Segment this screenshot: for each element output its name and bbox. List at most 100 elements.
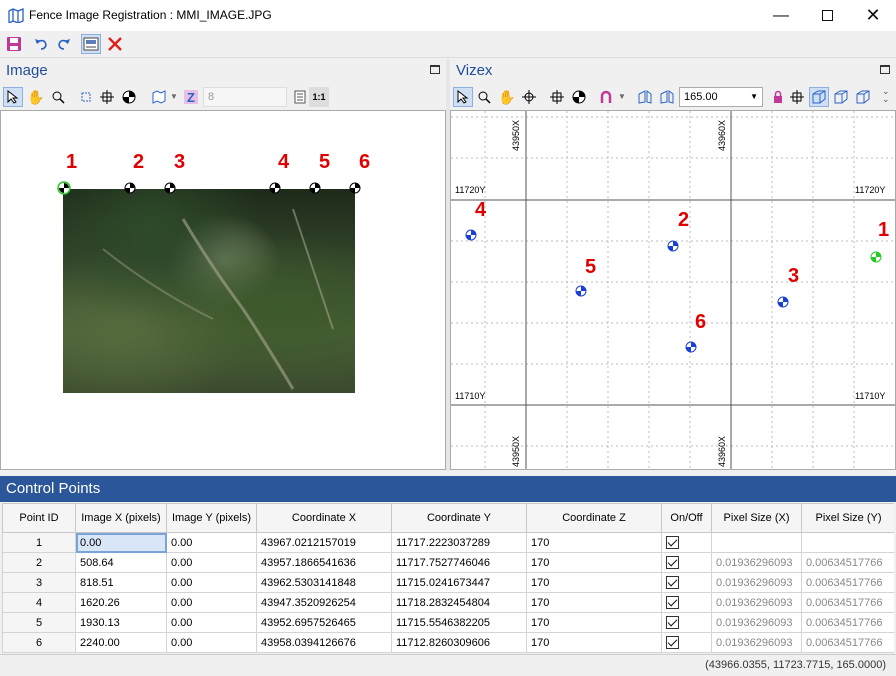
image-point-marker-2[interactable]	[124, 182, 136, 194]
cell-coordinate-y[interactable]: 11718.2832454804	[391, 592, 527, 613]
transparency-input[interactable]: 8	[203, 87, 287, 107]
register-image-button[interactable]	[81, 34, 101, 54]
cell-point-id[interactable]: 5	[2, 612, 76, 633]
cell-coordinate-x[interactable]: 43957.1866541636	[256, 552, 392, 573]
section-forward-tool[interactable]	[657, 87, 677, 107]
redo-button[interactable]	[54, 34, 74, 54]
vizex-point-marker-2[interactable]	[667, 240, 679, 252]
cell-on-off[interactable]	[661, 552, 712, 573]
vizex-point-marker-6[interactable]	[685, 341, 697, 353]
toolbar-overflow-icon[interactable]: ⌄ ⌄	[882, 87, 890, 104]
cell-coordinate-z[interactable]: 170	[526, 532, 662, 553]
panel-maximize-icon[interactable]	[880, 65, 890, 74]
image-point-marker-5[interactable]	[309, 182, 321, 194]
on-off-checkbox[interactable]	[666, 536, 679, 549]
cell-image-x[interactable]: 2240.00	[75, 632, 167, 653]
zoom-tool[interactable]	[48, 87, 68, 107]
select-tool[interactable]	[3, 87, 23, 107]
cell-image-y[interactable]: 0.00	[166, 612, 257, 633]
vizex-add-point-tool[interactable]	[569, 87, 589, 107]
dropdown-arrow-icon[interactable]: ▼	[170, 92, 178, 101]
cell-point-id[interactable]: 1	[2, 532, 76, 553]
cell-coordinate-z[interactable]: 170	[526, 572, 662, 593]
image-canvas[interactable]: 1 2 3 4 5 6	[0, 110, 446, 470]
on-off-checkbox[interactable]	[666, 636, 679, 649]
cell-image-y[interactable]: 0.00	[166, 632, 257, 653]
pan-tool[interactable]: ✋	[26, 87, 46, 107]
vizex-zoom-tool[interactable]	[474, 87, 494, 107]
maximize-button[interactable]	[804, 0, 850, 31]
lock-tool[interactable]	[768, 87, 788, 107]
vizex-extent-tool[interactable]	[787, 87, 807, 107]
on-off-checkbox[interactable]	[666, 576, 679, 589]
map-tool[interactable]	[149, 87, 169, 107]
column-header-coordinate-x[interactable]: Coordinate X	[256, 503, 392, 533]
vizex-point-marker-4[interactable]	[465, 229, 477, 241]
column-header-coordinate-z[interactable]: Coordinate Z	[526, 503, 662, 533]
cell-coordinate-z[interactable]: 170	[526, 592, 662, 613]
cell-image-y[interactable]: 0.00	[166, 572, 257, 593]
elevation-select[interactable]: 165.00 ▼	[679, 87, 763, 107]
table-row[interactable]: 2 508.64 0.00 43957.1866541636 11717.752…	[2, 552, 894, 573]
vizex-pan-tool[interactable]: ✋	[497, 87, 517, 107]
cell-on-off[interactable]	[661, 612, 712, 633]
cell-on-off[interactable]	[661, 532, 712, 553]
column-header-pixel-size-y[interactable]: Pixel Size (Y)	[801, 503, 894, 533]
image-point-marker-3[interactable]	[164, 182, 176, 194]
fit-tool[interactable]	[97, 87, 117, 107]
cell-point-id[interactable]: 2	[2, 552, 76, 573]
vizex-canvas[interactable]: 43950X 43960X 43950X 43960X 11720Y 11720…	[450, 110, 896, 470]
cell-image-x[interactable]: 508.64	[75, 552, 167, 573]
add-point-tool[interactable]	[119, 87, 139, 107]
on-off-checkbox[interactable]	[666, 596, 679, 609]
control-points-grid[interactable]: Point ID Image X (pixels) Image Y (pixel…	[2, 503, 894, 653]
close-button[interactable]: ✕	[850, 0, 896, 31]
image-point-marker-6[interactable]	[349, 182, 361, 194]
cell-coordinate-x[interactable]: 43962.5303141848	[256, 572, 392, 593]
cell-coordinate-x[interactable]: 43967.0212157019	[256, 532, 392, 553]
column-header-image-x[interactable]: Image X (pixels)	[75, 503, 167, 533]
cell-image-y[interactable]: 0.00	[166, 552, 257, 573]
image-point-marker-4[interactable]	[269, 182, 281, 194]
cell-coordinate-x[interactable]: 43952.6957526465	[256, 612, 392, 633]
cell-image-x[interactable]: 818.51	[75, 572, 167, 593]
cell-coordinate-z[interactable]: 170	[526, 612, 662, 633]
vizex-center-tool[interactable]	[519, 87, 539, 107]
vizex-point-marker-3[interactable]	[777, 296, 789, 308]
column-header-on-off[interactable]: On/Off	[661, 503, 712, 533]
dropdown-arrow-icon[interactable]: ▼	[618, 92, 626, 101]
panel-maximize-icon[interactable]	[430, 65, 440, 74]
table-row[interactable]: 3 818.51 0.00 43962.5303141848 11715.024…	[2, 572, 894, 593]
cell-coordinate-y[interactable]: 11712.8260309606	[391, 632, 527, 653]
cell-coordinate-z[interactable]: 170	[526, 632, 662, 653]
cell-point-id[interactable]: 4	[2, 592, 76, 613]
column-header-pixel-size-x[interactable]: Pixel Size (X)	[711, 503, 802, 533]
crop-tool[interactable]	[76, 87, 96, 107]
cell-on-off[interactable]	[661, 632, 712, 653]
scale-tool[interactable]: 1:1	[309, 87, 329, 107]
minimize-button[interactable]: —	[758, 0, 804, 31]
vizex-fit-tool[interactable]	[547, 87, 567, 107]
undo-button[interactable]	[31, 34, 51, 54]
view-section-tool[interactable]	[831, 87, 851, 107]
image-point-marker-1[interactable]	[57, 181, 71, 195]
column-header-coordinate-y[interactable]: Coordinate Y	[391, 503, 527, 533]
cell-image-x[interactable]: 1620.26	[75, 592, 167, 613]
column-header-image-y[interactable]: Image Y (pixels)	[166, 503, 257, 533]
delete-button[interactable]	[105, 34, 125, 54]
cell-on-off[interactable]	[661, 572, 712, 593]
cell-coordinate-x[interactable]: 43947.3520926254	[256, 592, 392, 613]
save-button[interactable]	[4, 34, 24, 54]
table-row[interactable]: 1 0.00 0.00 43967.0212157019 11717.22230…	[2, 532, 894, 553]
on-off-checkbox[interactable]	[666, 556, 679, 569]
view-plan-tool[interactable]	[809, 87, 829, 107]
cell-coordinate-x[interactable]: 43958.0394126676	[256, 632, 392, 653]
table-row[interactable]: 6 2240.00 0.00 43958.0394126676 11712.82…	[2, 632, 894, 653]
cell-coordinate-y[interactable]: 11715.0241673447	[391, 572, 527, 593]
cell-coordinate-y[interactable]: 11717.7527746046	[391, 552, 527, 573]
cell-image-y[interactable]: 0.00	[166, 592, 257, 613]
cell-point-id[interactable]: 6	[2, 632, 76, 653]
cell-coordinate-y[interactable]: 11715.5546382205	[391, 612, 527, 633]
z-tool[interactable]: Z	[181, 87, 201, 107]
cell-coordinate-z[interactable]: 170	[526, 552, 662, 573]
